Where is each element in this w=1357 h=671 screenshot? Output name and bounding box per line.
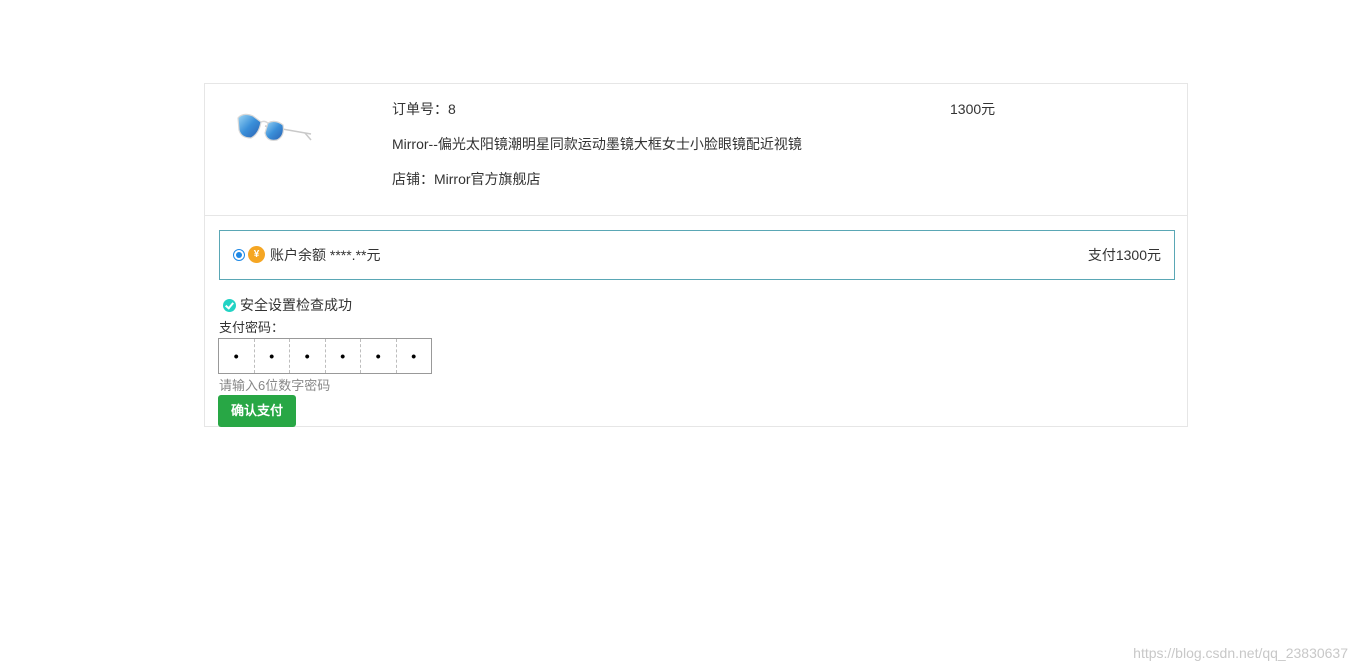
password-digit-3[interactable]: • — [290, 339, 326, 373]
watermark: https://blog.csdn.net/qq_23830637 — [1133, 645, 1348, 661]
password-digit-2[interactable]: • — [255, 339, 290, 373]
balance-radio[interactable] — [233, 249, 245, 261]
account-balance-label: 账户余额 ****.**元 — [270, 247, 381, 263]
payment-card: 订单号：8 Mirror--偏光太阳镜潮明星同款运动墨镜大框女士小脸眼镜配近视镜… — [204, 83, 1188, 427]
payment-method-option[interactable]: ¥ 账户余额 ****.**元 支付1300元 — [219, 230, 1175, 280]
pay-amount: 支付1300元 — [1087, 247, 1161, 263]
order-summary: 订单号：8 Mirror--偏光太阳镜潮明星同款运动墨镜大框女士小脸眼镜配近视镜… — [205, 84, 1187, 216]
password-input[interactable]: • • • • • • — [218, 338, 432, 374]
order-price: 1300元 — [950, 101, 996, 117]
password-digit-5[interactable]: • — [361, 339, 397, 373]
check-circle-icon — [223, 299, 236, 312]
order-number: 订单号：8 — [392, 101, 456, 117]
sunglasses-image — [237, 113, 312, 141]
password-digit-1[interactable]: • — [219, 339, 255, 373]
product-title: Mirror--偏光太阳镜潮明星同款运动墨镜大框女士小脸眼镜配近视镜 — [392, 136, 802, 152]
password-digit-4[interactable]: • — [326, 339, 361, 373]
password-label: 支付密码： — [219, 320, 285, 335]
shop-name: 店铺：Mirror官方旗舰店 — [392, 171, 541, 187]
password-digit-6[interactable]: • — [397, 339, 432, 373]
confirm-pay-button[interactable]: 确认支付 — [218, 395, 296, 427]
password-hint: 请输入6位数字密码 — [219, 378, 331, 393]
security-check-text: 安全设置检查成功 — [240, 297, 352, 313]
yuan-coin-icon: ¥ — [248, 246, 265, 263]
